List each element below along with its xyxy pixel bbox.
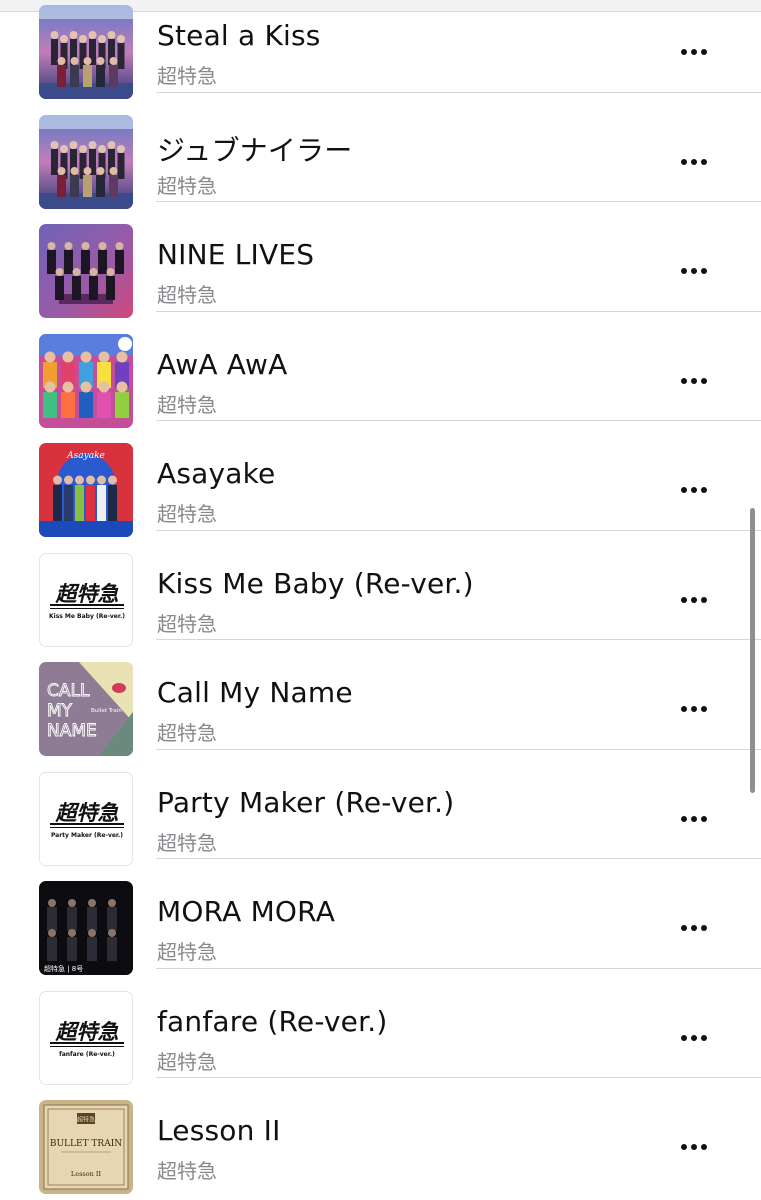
ellipsis-icon xyxy=(681,377,707,384)
caption-text: fanfare (Re-ver.) xyxy=(59,1051,115,1058)
song-artist: 超特急 xyxy=(157,283,217,307)
song-title: Kiss Me Baby (Re-ver.) xyxy=(157,566,474,600)
svg-text:超特急: 超特急 xyxy=(77,1116,95,1124)
caption-text: Party Maker (Re-ver.) xyxy=(51,832,123,839)
album-artwork[interactable] xyxy=(39,333,133,428)
song-row[interactable]: NINE LIVES 超特急 xyxy=(0,202,761,318)
ellipsis-icon xyxy=(681,925,707,931)
song-title: Call My Name xyxy=(157,676,353,709)
song-row[interactable]: 超特急 | 8号 MORA MORA 超特急 xyxy=(0,859,761,975)
album-artwork[interactable]: 超特急 fanfare (Re-ver.) xyxy=(39,990,133,1085)
song-row[interactable]: AwA AwA 超特急 xyxy=(0,312,761,428)
more-options-button[interactable] xyxy=(672,586,716,614)
album-artwork[interactable]: CALL MY NAME Bullet Train xyxy=(39,662,133,756)
more-options-button[interactable] xyxy=(672,1024,716,1052)
svg-text:Bullet Train: Bullet Train xyxy=(91,708,122,714)
song-artist: 超特急 xyxy=(157,940,217,964)
song-artist: 超特急 xyxy=(157,721,217,745)
more-options-button[interactable] xyxy=(672,695,716,723)
more-options-button[interactable] xyxy=(672,257,716,285)
song-title: Lesson II xyxy=(157,1114,281,1147)
ellipsis-icon xyxy=(681,268,707,274)
song-artist: 超特急 xyxy=(157,1159,217,1183)
artwork-text: Asayake xyxy=(66,451,105,461)
song-row[interactable]: 超特急 Kiss Me Baby (Re-ver.) Kiss Me Baby (R… xyxy=(0,531,761,647)
ellipsis-icon xyxy=(681,596,707,603)
song-row[interactable]: 超特急 fanfare (Re-ver.) fanfare (Re-ver.) 超特急 xyxy=(0,969,761,1085)
song-artist: 超特急 xyxy=(157,1049,217,1074)
ellipsis-icon xyxy=(681,815,707,822)
song-artist: 超特急 xyxy=(157,64,217,88)
caption-text: Kiss Me Baby (Re-ver.) xyxy=(49,613,125,620)
more-options-button[interactable] xyxy=(672,1133,716,1161)
song-title: ジュブナイラー xyxy=(157,133,353,167)
song-title: MORA MORA xyxy=(157,895,336,928)
ellipsis-icon xyxy=(681,706,707,712)
more-options-button[interactable] xyxy=(672,148,716,176)
logo-text: 超特急 xyxy=(55,801,119,825)
scrollbar[interactable] xyxy=(750,508,755,793)
song-row[interactable]: Asayake Asayake 超特急 xyxy=(0,421,761,537)
song-row[interactable]: CALL MY NAME Bullet Train Call My Name 超特急 xyxy=(0,640,761,756)
song-row[interactable]: Steal a Kiss 超特急 xyxy=(0,0,761,99)
song-row[interactable]: ジュブナイラー超特急 xyxy=(0,93,761,209)
more-options-button[interactable] xyxy=(672,367,716,395)
song-row[interactable]: 超特急 BULLET TRAIN Lesson II Lesson II 超特急 xyxy=(0,1078,761,1194)
song-artist: 超特急 xyxy=(157,392,217,417)
song-list-screen: Steal a Kiss 超特急 ジュブナイラー 超特急 NINE LIVES 超特急 Aw… xyxy=(0,0,761,1200)
song-title: AwA AwA xyxy=(157,347,288,381)
svg-text:Lesson II: Lesson II xyxy=(71,1170,102,1178)
song-artist: 超特急 xyxy=(157,830,217,855)
song-title: fanfare (Re-ver.) xyxy=(157,1004,388,1038)
ellipsis-icon xyxy=(681,1034,707,1041)
song-title: Steal a Kiss xyxy=(157,19,321,52)
song-title: NINE LIVES xyxy=(157,238,315,271)
song-title: Asayake xyxy=(157,457,276,490)
song-row[interactable]: 超特急 Party Maker (Re-ver.) Party Maker (Re-… xyxy=(0,750,761,866)
svg-text:BULLET TRAIN: BULLET TRAIN xyxy=(50,1139,122,1149)
album-artwork[interactable] xyxy=(39,5,133,99)
song-artist: 超特急 xyxy=(157,173,217,198)
svg-text:NAME: NAME xyxy=(47,721,97,741)
album-artwork[interactable]: Asayake xyxy=(39,443,133,537)
logo-text: 超特急 xyxy=(55,582,119,606)
album-artwork[interactable]: 超特急 BULLET TRAIN Lesson II xyxy=(39,1100,133,1194)
logo-text: 超特急 xyxy=(55,1020,119,1044)
song-list[interactable]: Steal a Kiss 超特急 ジュブナイラー 超特急 NINE LIVES 超特急 Aw… xyxy=(0,0,761,1194)
more-options-button[interactable] xyxy=(672,476,716,504)
svg-text:CALL: CALL xyxy=(47,681,90,701)
more-options-button[interactable] xyxy=(672,914,716,942)
song-artist: 超特急 xyxy=(157,502,217,526)
more-options-button[interactable] xyxy=(672,38,716,66)
more-options-button[interactable] xyxy=(672,805,716,833)
ellipsis-icon xyxy=(681,49,707,55)
album-artwork[interactable]: 超特急 | 8号 xyxy=(39,881,133,975)
album-artwork[interactable]: 超特急 Kiss Me Baby (Re-ver.) xyxy=(39,552,133,647)
album-artwork[interactable]: 超特急 Party Maker (Re-ver.) xyxy=(39,771,133,866)
ellipsis-icon xyxy=(681,487,707,493)
svg-text:MY: MY xyxy=(47,701,73,721)
album-artwork[interactable] xyxy=(39,224,133,318)
ellipsis-icon xyxy=(681,1144,707,1150)
ellipsis-icon xyxy=(681,158,707,165)
song-artist: 超特急 xyxy=(157,611,217,636)
song-title: Party Maker (Re-ver.) xyxy=(157,785,455,819)
album-artwork[interactable] xyxy=(39,114,133,209)
